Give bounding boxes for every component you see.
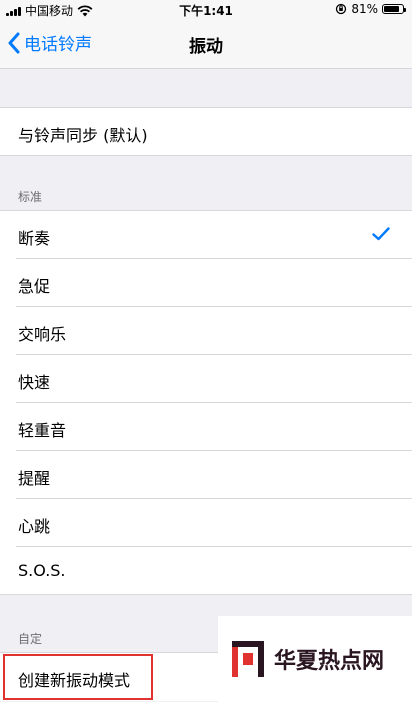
status-right: 81% [335,2,406,16]
list-item[interactable]: 急促 [0,259,412,307]
list-item-label: 断奏 [18,229,51,248]
navigation-bar: 电话铃声 振动 [0,20,412,69]
list-item[interactable]: 轻重音 [0,403,412,451]
battery-icon [382,4,406,14]
list-item-label: 轻重音 [18,421,67,440]
section-header-standard: 标准 [18,190,43,204]
battery-fill [384,6,399,12]
list-item[interactable]: 提醒 [0,451,412,499]
list-item-label: 与铃声同步 (默认) [18,126,148,145]
list-item-label: 心跳 [18,517,51,536]
checkmark-icon [372,227,390,241]
list-item[interactable]: 快速 [0,355,412,403]
divider [0,594,412,595]
section-header-custom: 自定 [18,632,43,646]
battery-percent: 81% [351,2,378,16]
vibration-screen: 中国移动 下午1:41 81% 电话铃声 振动 与铃声同步 (默认) 标准 断奏… [0,0,412,702]
status-bar: 中国移动 下午1:41 81% [0,0,412,20]
page-title: 振动 [189,37,223,57]
list-item-label: 交响乐 [18,325,67,344]
highlight-box [3,654,153,700]
list-item-label: 急促 [18,277,51,296]
list-item[interactable]: 心跳 [0,499,412,547]
list-item-label: S.O.S. [18,561,66,580]
list-item-sync-with-ringtone[interactable]: 与铃声同步 (默认) [0,108,412,156]
watermark-text: 华夏热点网 [274,649,385,674]
divider [0,155,412,156]
list-item-label: 快速 [18,373,51,392]
list-item[interactable]: S.O.S. [0,547,412,595]
site-logo-icon [232,641,264,677]
list-item[interactable]: 断奏 [0,211,412,259]
list-item[interactable]: 交响乐 [0,307,412,355]
list-item-label: 提醒 [18,469,51,488]
orientation-lock-icon [336,3,347,15]
watermark: 华夏热点网 [218,616,412,702]
